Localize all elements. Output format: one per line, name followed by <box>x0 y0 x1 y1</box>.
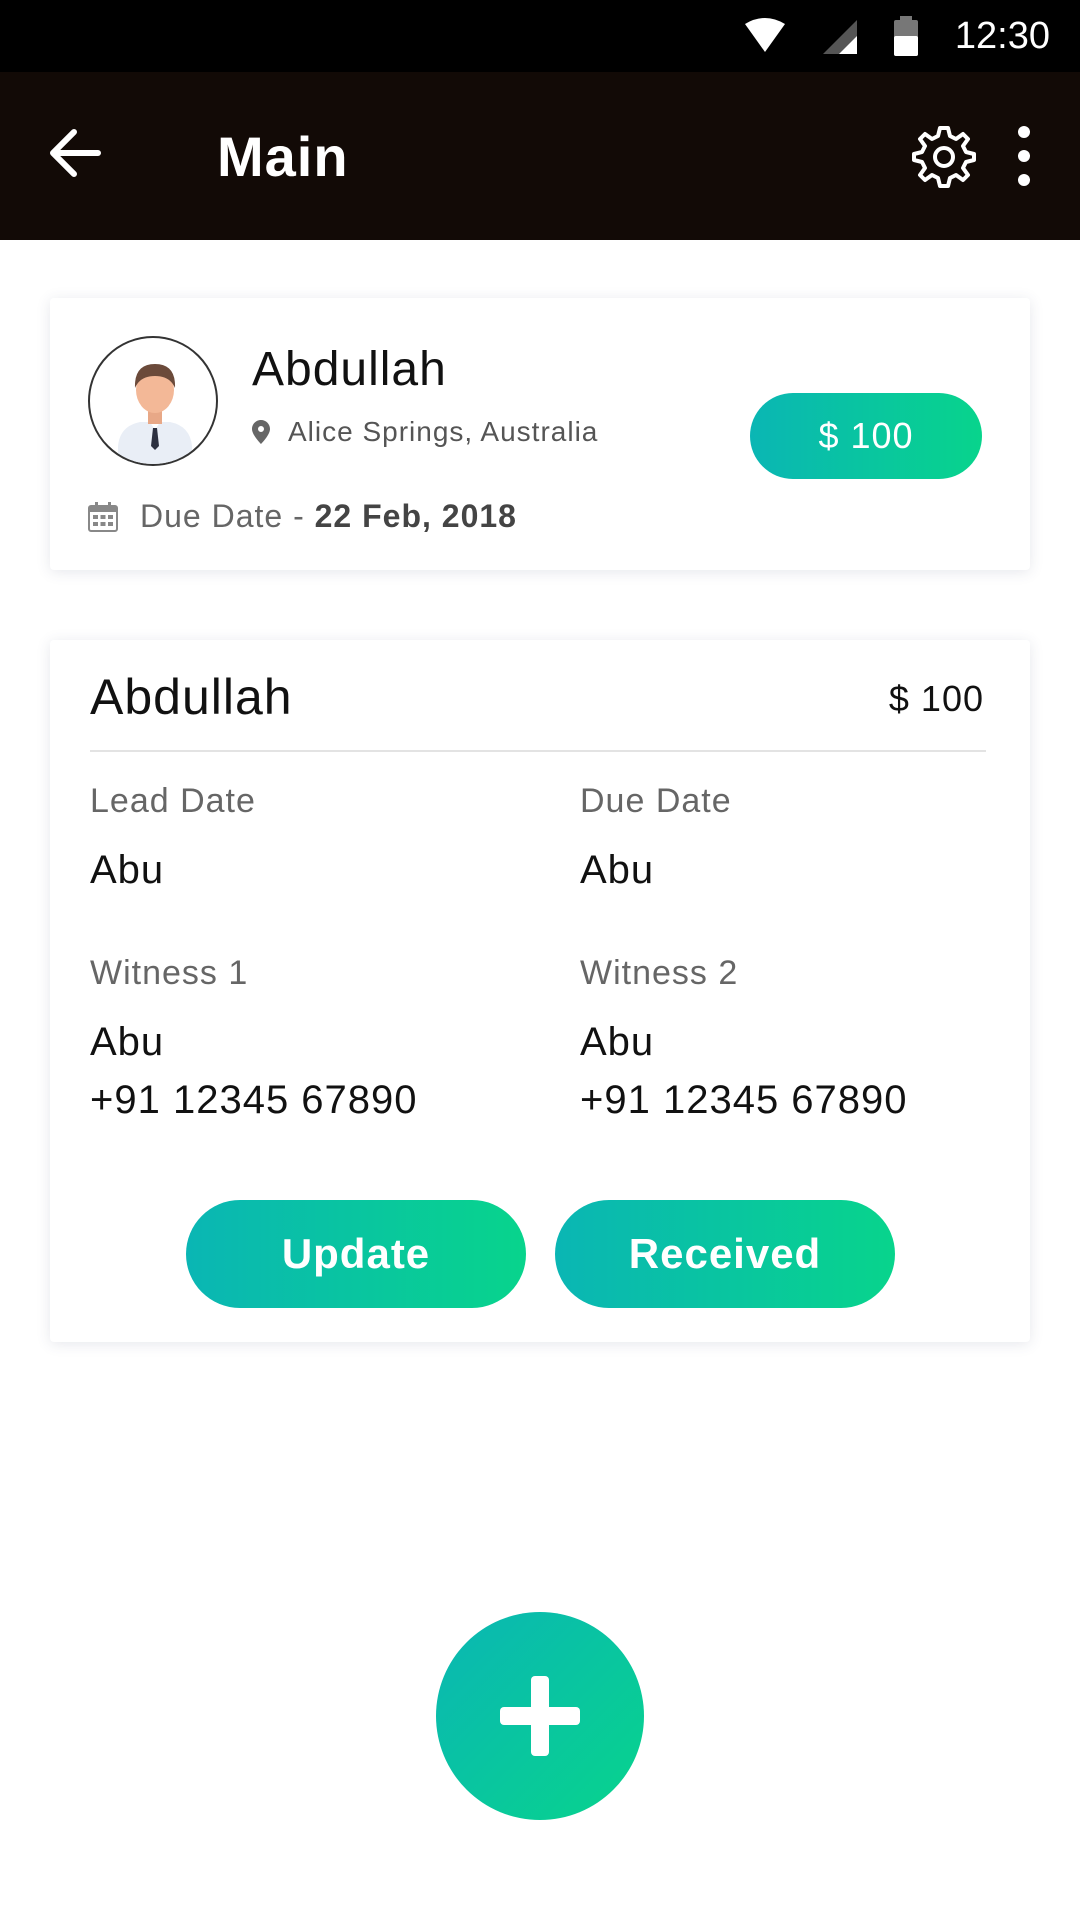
avatar <box>88 336 218 466</box>
status-icons: 12:30 <box>744 0 1050 72</box>
detail-card: Abdullah $ 100 Lead Date Abu Due Date Ab… <box>50 640 1030 1342</box>
detail-amount: $ 100 <box>888 678 984 719</box>
detail-name: Abdullah <box>90 669 293 725</box>
location-pin-icon <box>252 420 270 444</box>
user-avatar-icon <box>118 364 192 464</box>
status-bar: 12:30 <box>0 0 1080 72</box>
due-date-label: Due Date <box>580 782 732 820</box>
due-date-line: Due Date - 22 Feb, 2018 <box>140 498 517 535</box>
calendar-icon <box>88 502 118 532</box>
gear-icon[interactable] <box>912 124 976 188</box>
witness1-label: Witness 1 <box>90 954 249 992</box>
battery-icon <box>893 16 918 56</box>
customer-location: Alice Springs, Australia <box>288 416 599 447</box>
witness2-name: Abu <box>580 1020 655 1064</box>
wifi-icon <box>744 18 785 52</box>
back-arrow-icon[interactable] <box>44 122 106 184</box>
cellular-signal-icon <box>822 20 857 54</box>
app-toolbar: Main <box>0 72 1080 240</box>
witness2-phone: +91 12345 67890 <box>580 1078 908 1122</box>
more-vert-icon[interactable] <box>1012 124 1036 188</box>
lead-date-label: Lead Date <box>90 782 256 820</box>
divider <box>90 750 986 752</box>
update-button[interactable]: Update <box>186 1200 526 1308</box>
status-time: 12:30 <box>954 14 1050 57</box>
plus-icon <box>500 1676 580 1756</box>
customer-name: Abdullah <box>252 343 447 396</box>
witness2-label: Witness 2 <box>580 954 739 992</box>
due-date-label: Due Date - <box>140 498 315 534</box>
received-button[interactable]: Received <box>555 1200 895 1308</box>
witness1-name: Abu <box>90 1020 165 1064</box>
add-fab-button[interactable] <box>436 1612 644 1820</box>
summary-card[interactable]: Abdullah Alice Springs, Australia $ 100 … <box>50 298 1030 570</box>
due-date-value: 22 Feb, 2018 <box>314 498 517 534</box>
lead-date-value: Abu <box>90 848 165 892</box>
witness1-phone: +91 12345 67890 <box>90 1078 418 1122</box>
amount-badge[interactable]: $ 100 <box>750 393 982 479</box>
due-date-value: Abu <box>580 848 655 892</box>
page-title: Main <box>217 125 349 188</box>
